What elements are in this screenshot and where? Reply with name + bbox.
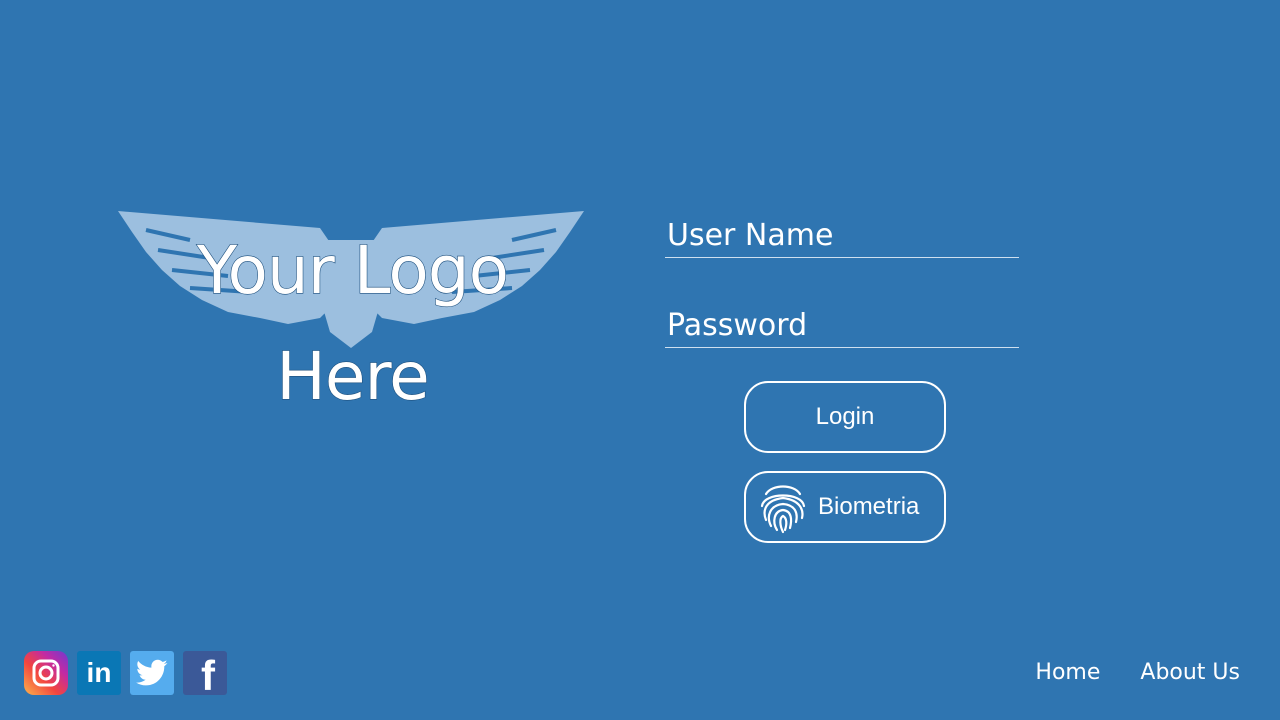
facebook-icon-text: f bbox=[201, 652, 215, 700]
twitter-icon[interactable] bbox=[130, 651, 174, 695]
footer-nav: Home About Us bbox=[1035, 660, 1240, 685]
username-field-container bbox=[665, 213, 1019, 258]
social-links: in f bbox=[24, 651, 227, 700]
linkedin-icon-text: in bbox=[86, 657, 112, 688]
password-input[interactable] bbox=[665, 303, 1019, 347]
facebook-icon[interactable]: f bbox=[183, 651, 227, 700]
login-button[interactable]: Login bbox=[744, 381, 946, 453]
logo-text-line-2: Here bbox=[276, 337, 431, 415]
login-page: Your Logo Here Login Biometria bbox=[0, 0, 1280, 720]
biometric-login-button[interactable]: Biometria bbox=[744, 471, 946, 543]
login-button-label: Login bbox=[815, 403, 875, 430]
logo-text: Your Logo Here bbox=[110, 218, 595, 430]
password-field-container bbox=[665, 303, 1019, 348]
nav-about-link[interactable]: About Us bbox=[1140, 660, 1240, 685]
instagram-icon[interactable] bbox=[24, 651, 68, 695]
logo-text-line-1: Your Logo bbox=[196, 231, 509, 309]
fingerprint-icon bbox=[760, 485, 806, 534]
biometric-button-label: Biometria bbox=[818, 493, 920, 520]
logo: Your Logo Here bbox=[110, 200, 595, 416]
linkedin-icon[interactable]: in bbox=[77, 651, 121, 695]
username-input[interactable] bbox=[665, 213, 1019, 257]
nav-home-link[interactable]: Home bbox=[1035, 660, 1100, 685]
